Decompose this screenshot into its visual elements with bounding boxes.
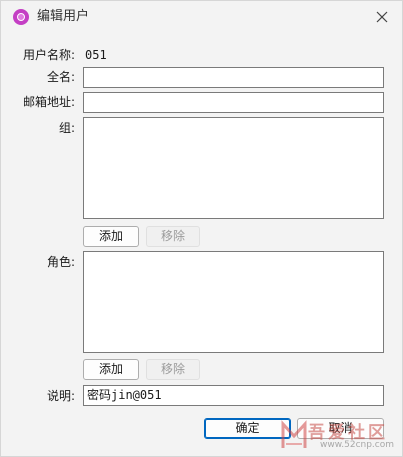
fullname-label: 全名: xyxy=(46,70,75,84)
groups-add-button[interactable]: 添加 xyxy=(83,226,139,247)
groups-remove-button[interactable]: 移除 xyxy=(146,226,200,247)
roles-remove-button[interactable]: 移除 xyxy=(146,359,200,380)
roles-add-button[interactable]: 添加 xyxy=(83,359,139,380)
groups-listbox[interactable] xyxy=(83,117,384,219)
edit-user-dialog: 编辑用户 用户名称: 051 全名: 邮箱地址: 组: 添加 移除 角色: 添加… xyxy=(0,0,403,457)
roles-label: 角色: xyxy=(46,255,75,269)
groups-label: 组: xyxy=(58,121,75,135)
window-title: 编辑用户 xyxy=(37,9,90,24)
watermark-url: www.52cnp.com xyxy=(320,440,395,450)
description-label: 说明: xyxy=(46,389,75,403)
description-input[interactable]: 密码jin@051 xyxy=(83,385,384,406)
roles-listbox[interactable] xyxy=(83,251,384,353)
email-label: 邮箱地址: xyxy=(22,95,75,109)
app-icon xyxy=(13,9,29,25)
cancel-button[interactable]: 取消 xyxy=(297,418,384,439)
username-value: 051 xyxy=(85,48,107,62)
fullname-input[interactable] xyxy=(83,67,384,88)
title-bar: 编辑用户 xyxy=(1,1,402,33)
username-label: 用户名称: xyxy=(22,48,75,62)
close-icon xyxy=(376,11,388,23)
email-input[interactable] xyxy=(83,92,384,113)
close-button[interactable] xyxy=(372,7,392,27)
ok-button[interactable]: 确定 xyxy=(204,418,291,439)
